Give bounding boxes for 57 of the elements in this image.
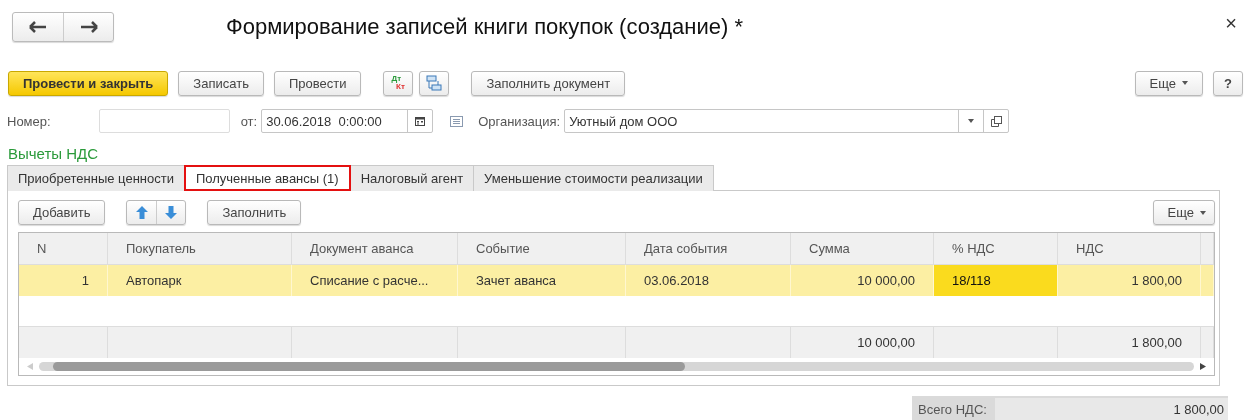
toolbar-button[interactable]: Заполнить документ xyxy=(471,70,626,96)
total-cell xyxy=(1201,327,1214,358)
table-cell: 18/118 xyxy=(934,265,1058,296)
help-button[interactable]: ? xyxy=(1213,70,1243,96)
column-header[interactable]: Событие xyxy=(458,233,626,265)
post-and-close-button[interactable]: Провести и закрыть xyxy=(8,70,169,96)
column-header[interactable]: Сумма xyxy=(791,233,934,265)
caret-icon xyxy=(1182,81,1189,85)
table-cell: Зачет аванса xyxy=(458,265,626,296)
dt-kt-button[interactable]: Дт Кт xyxy=(383,70,414,96)
add-button[interactable]: Добавить xyxy=(18,200,106,225)
table-cell: 03.06.2018 xyxy=(626,265,791,296)
close-button[interactable]: × xyxy=(1225,12,1237,35)
toolbar-button[interactable]: Провести xyxy=(273,70,362,96)
scrollbar-thumb[interactable] xyxy=(53,362,685,371)
left-arrow-icon xyxy=(29,21,47,33)
structure-button[interactable] xyxy=(419,70,450,96)
section-heading: Вычеты НДС xyxy=(8,145,100,164)
more-button[interactable]: Еще xyxy=(1152,200,1215,225)
more-button[interactable]: Еще xyxy=(1134,70,1204,96)
date-field[interactable]: 30.06.2018 0:00:00 xyxy=(261,109,434,133)
column-header xyxy=(1201,233,1214,265)
horizontal-scrollbar[interactable] xyxy=(39,362,1194,371)
total-cell: 1 800,00 xyxy=(1058,327,1201,358)
column-header[interactable]: Покупатель xyxy=(108,233,292,265)
column-header[interactable]: N xyxy=(19,233,108,265)
list-icon[interactable] xyxy=(450,115,464,127)
field-label: от: xyxy=(240,113,258,129)
organization-field[interactable]: Уютный дом ООО xyxy=(564,109,1010,133)
column-header[interactable]: Документ аванса xyxy=(292,233,458,265)
structure-icon xyxy=(426,75,443,91)
up-arrow-icon xyxy=(135,206,148,219)
table-cell: 1 800,00 xyxy=(1058,265,1201,296)
tab[interactable]: Уменьшение стоимости реализации xyxy=(473,165,714,191)
caret-icon xyxy=(1200,210,1206,215)
column-header[interactable]: Дата события xyxy=(626,233,791,265)
table-cell: Списание с расче... xyxy=(292,265,458,296)
table-cell: 1 xyxy=(19,265,108,296)
scroll-right-icon[interactable] xyxy=(1200,363,1206,370)
toolbar-button[interactable]: Записать xyxy=(178,70,264,96)
total-cell: 10 000,00 xyxy=(791,327,934,358)
fill-button[interactable]: Заполнить xyxy=(207,200,302,225)
window-title: Формирование записей книги покупок (создание) * xyxy=(226,14,743,40)
total-label: Всего НДС: xyxy=(918,402,987,417)
right-arrow-icon xyxy=(79,21,98,33)
table-cell: Автопарк xyxy=(108,265,292,296)
field-label: Номер: xyxy=(7,113,51,129)
down-arrow-icon xyxy=(165,206,178,219)
tab[interactable]: Приобретенные ценности xyxy=(7,165,185,191)
tab[interactable]: Налоговый агент xyxy=(349,165,475,191)
column-header[interactable]: НДС xyxy=(1058,233,1201,265)
tab[interactable]: Полученные авансы (1) xyxy=(183,165,351,191)
field-label: Организация: xyxy=(478,113,561,129)
table-cell: 10 000,00 xyxy=(791,265,934,296)
number-field[interactable] xyxy=(98,109,230,133)
total-value: 1 800,00 xyxy=(994,398,1228,420)
column-header[interactable]: % НДС xyxy=(934,233,1058,265)
